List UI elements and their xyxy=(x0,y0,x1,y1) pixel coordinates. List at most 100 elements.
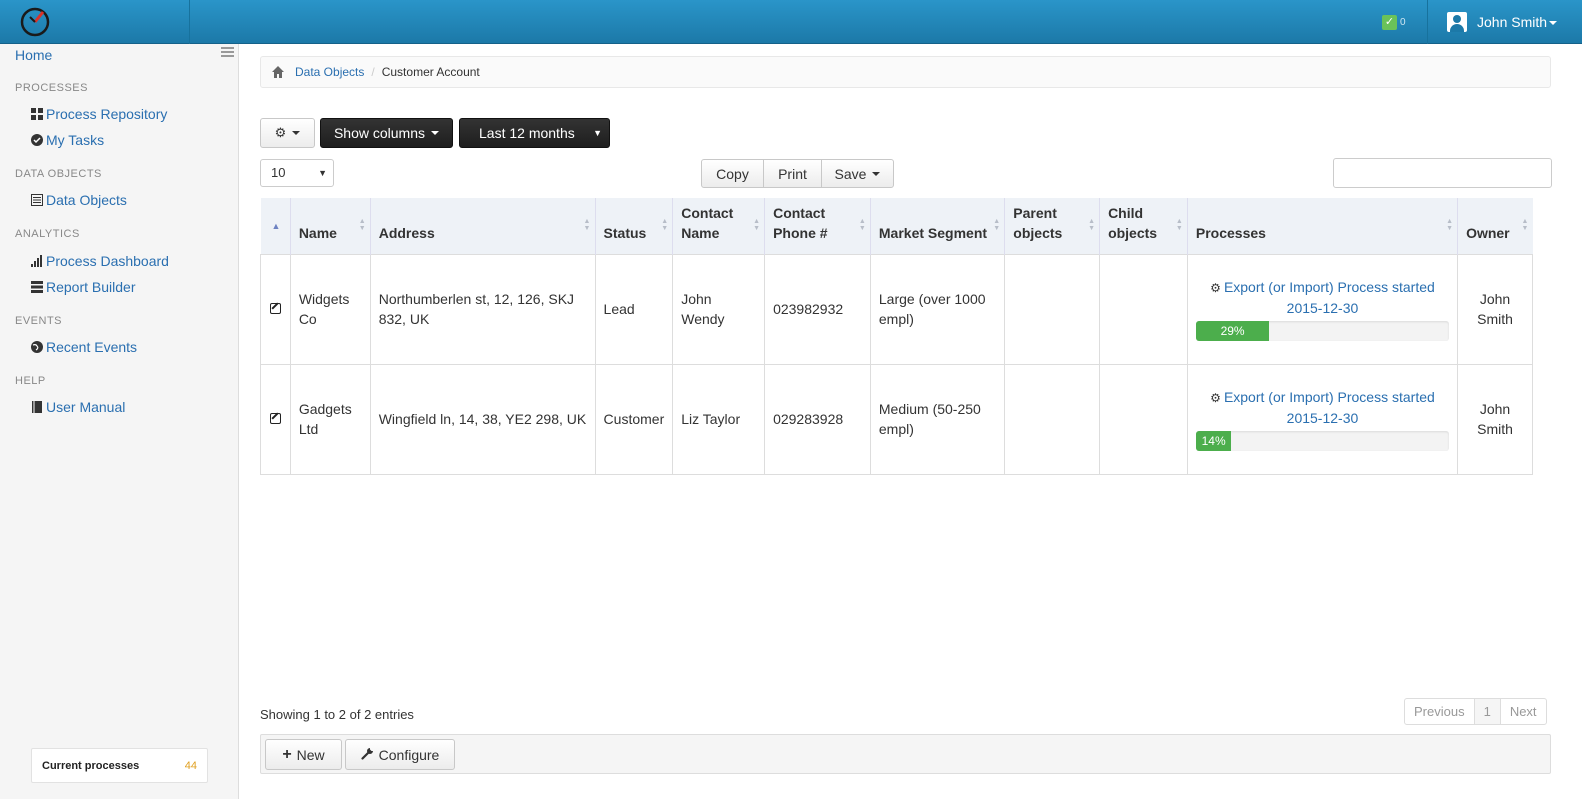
gear-icon: ⚙ xyxy=(1210,281,1221,295)
cell-status: Lead xyxy=(594,253,674,365)
globe-icon xyxy=(31,341,43,353)
process-progress-bar: 29% xyxy=(1195,321,1450,341)
section-events: EVENTS xyxy=(15,315,63,327)
print-button[interactable]: Print xyxy=(763,159,822,188)
sidebar-item-report-builder[interactable]: Report Builder xyxy=(31,279,136,295)
sidebar-item-label: Process Repository xyxy=(46,106,168,122)
data-table: ▲ Name ▲ ▼ Address ▲ ▼ Status ▲ ▼ Contact Name… xyxy=(260,198,1533,475)
current-processes-widget[interactable]: Current processes 44 xyxy=(31,748,208,783)
process-label: Export (or Import) Process started 2015-… xyxy=(1223,279,1435,316)
column-header-address[interactable]: Address ▲ ▼ xyxy=(369,198,596,254)
select-column-header[interactable]: ▲ xyxy=(260,198,291,254)
settings-button[interactable]: ⚙ xyxy=(260,118,315,148)
sidebar-item-home[interactable]: Home xyxy=(15,47,52,63)
cell-contact-name: Liz Taylor xyxy=(672,363,766,475)
previous-page-button[interactable]: Previous xyxy=(1404,698,1475,725)
chevron-down-icon xyxy=(292,131,301,135)
process-link[interactable]: ⚙ Export (or Import) Process started 2015… xyxy=(1196,387,1449,428)
chevron-down-icon xyxy=(872,171,881,176)
new-label: New xyxy=(296,746,325,763)
show-columns-button[interactable]: Show columns xyxy=(320,118,453,148)
sidebar-item-process-repository[interactable]: Process Repository xyxy=(31,106,167,122)
header-label: Contact Name xyxy=(681,204,734,241)
export-button-group: Copy Print Save xyxy=(701,159,894,188)
chevron-down-icon: ▼ xyxy=(593,128,602,138)
new-button[interactable]: + New xyxy=(265,739,342,770)
configure-button[interactable]: Configure xyxy=(345,739,455,770)
page-length-select[interactable]: 10 ▼ xyxy=(260,159,334,187)
cell-processes: ⚙ Export (or Import) Process started 2015… xyxy=(1186,363,1459,475)
header-label: Address xyxy=(378,224,435,241)
user-name: John Smith xyxy=(1477,14,1548,30)
cell-contact-phone: 023982932 xyxy=(764,253,871,365)
edit-icon[interactable] xyxy=(269,413,281,424)
menu-toggle-icon[interactable] xyxy=(221,47,234,57)
copy-button[interactable]: Copy xyxy=(701,159,764,188)
table-header-row: ▲ Name ▲ ▼ Address ▲ ▼ Status ▲ ▼ Contact Name… xyxy=(260,198,1533,254)
cell-address: Wingfield ln, 14, 38, YE2 298, UK xyxy=(369,363,596,475)
check-circle-icon xyxy=(31,134,43,146)
app-logo-icon[interactable] xyxy=(19,6,51,38)
table-info: Showing 1 to 2 of 2 entries xyxy=(260,707,414,722)
chevron-down-icon xyxy=(1549,21,1558,26)
sidebar-item-label: Data Objects xyxy=(46,192,127,208)
sidebar-item-data-objects[interactable]: Data Objects xyxy=(31,192,127,208)
cell-contact-name: John Wendy xyxy=(672,253,766,365)
sort-icon: ▲ ▼ xyxy=(753,218,761,232)
column-header-child-objects[interactable]: Child objects ▲ ▼ xyxy=(1099,198,1188,254)
progress-fill: 29% xyxy=(1195,321,1270,341)
cell-owner: John Smith xyxy=(1457,253,1533,365)
sort-icon: ▲ ▼ xyxy=(358,218,366,232)
sidebar-item-process-dashboard[interactable]: Process Dashboard xyxy=(31,253,169,269)
home-icon[interactable] xyxy=(271,65,285,79)
edit-cell[interactable] xyxy=(260,253,291,365)
sidebar-item-my-tasks[interactable]: My Tasks xyxy=(31,132,104,148)
user-menu[interactable]: John Smith xyxy=(1447,12,1558,32)
cell-contact-phone: 029283928 xyxy=(764,363,871,475)
show-columns-label: Show columns xyxy=(333,125,426,141)
header-label: Parent objects xyxy=(1013,204,1063,241)
sidebar-item-user-manual[interactable]: User Manual xyxy=(31,399,125,415)
search-input[interactable] xyxy=(1333,158,1552,188)
edit-cell[interactable] xyxy=(260,363,291,475)
column-header-parent-objects[interactable]: Parent objects ▲ ▼ xyxy=(1004,198,1100,254)
period-select[interactable]: Last 12 months ▼ xyxy=(459,118,610,148)
current-processes-label: Current processes xyxy=(42,759,140,772)
gear-icon: ⚙ xyxy=(274,125,287,140)
column-header-status[interactable]: Status ▲ ▼ xyxy=(594,198,673,254)
cell-status: Customer xyxy=(594,363,674,475)
process-label: Export (or Import) Process started 2015-… xyxy=(1223,389,1435,426)
breadcrumb-data-objects[interactable]: Data Objects xyxy=(295,65,364,79)
column-header-processes[interactable]: Processes ▲ ▼ xyxy=(1186,198,1458,254)
breadcrumb: Data Objects / Customer Account xyxy=(260,56,1551,88)
tasks-badge[interactable]: ✓ 0 xyxy=(1378,11,1412,33)
save-button[interactable]: Save xyxy=(821,159,894,188)
column-header-name[interactable]: Name ▲ ▼ xyxy=(289,198,371,254)
book-icon xyxy=(31,401,43,413)
edit-icon[interactable] xyxy=(269,303,281,314)
cell-parent-objects xyxy=(1004,363,1101,475)
breadcrumb-current: Customer Account xyxy=(381,65,480,79)
column-header-market-segment[interactable]: Market Segment ▲ ▼ xyxy=(869,198,1005,254)
cell-owner: John Smith xyxy=(1457,363,1533,475)
header-label: Status xyxy=(603,224,647,241)
sort-icon: ▲ ▼ xyxy=(1088,218,1095,232)
sidebar-item-label: Process Dashboard xyxy=(46,253,169,269)
sort-asc-icon: ▲ xyxy=(271,221,281,231)
footer-actions: + New Configure xyxy=(260,734,1551,774)
logo-area xyxy=(0,0,190,44)
sidebar-item-recent-events[interactable]: Recent Events xyxy=(31,339,137,355)
divider xyxy=(1427,0,1428,44)
cell-name: Widgets Co xyxy=(289,253,371,365)
header-label: Contact Phone # xyxy=(773,204,828,241)
process-link[interactable]: ⚙ Export (or Import) Process started 2015… xyxy=(1196,277,1449,318)
next-page-button[interactable]: Next xyxy=(1499,698,1547,725)
column-header-owner[interactable]: Owner ▲ ▼ xyxy=(1457,198,1533,254)
column-header-contact-name[interactable]: Contact Name ▲ ▼ xyxy=(672,198,765,254)
page-1-button[interactable]: 1 xyxy=(1473,698,1501,725)
sidebar-item-label: Recent Events xyxy=(46,339,138,355)
column-header-contact-phone[interactable]: Contact Phone # ▲ ▼ xyxy=(764,198,871,254)
grid-icon xyxy=(31,108,43,120)
pagination: Previous 1 Next xyxy=(1404,698,1547,725)
gear-icon: ⚙ xyxy=(1210,391,1221,405)
